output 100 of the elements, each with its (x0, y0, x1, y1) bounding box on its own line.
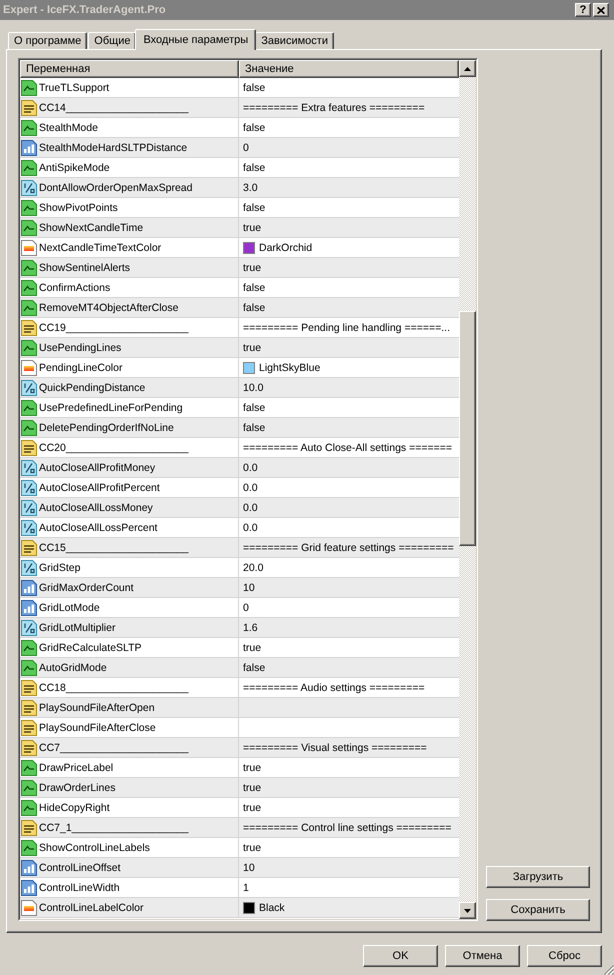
parameter-row[interactable]: CC7_1____________________ ========= Control line settings ========= (20, 818, 459, 838)
parameter-row[interactable]: AutoCloseAllProfitPercent 0.0 (20, 478, 459, 498)
parameter-row[interactable]: QuickPendingDistance 10.0 (20, 378, 459, 398)
parameter-row[interactable]: DrawPriceLabel true (20, 758, 459, 778)
tab[interactable]: Входные параметры (135, 29, 256, 50)
parameter-row[interactable]: StealthMode false (20, 118, 459, 138)
parameter-value: ========= Grid feature settings ========= (243, 542, 454, 554)
parameter-value: true (243, 342, 262, 354)
parameter-value: false (243, 122, 266, 134)
column-header[interactable]: Переменная (20, 60, 239, 78)
ok-button[interactable]: OK (363, 945, 438, 967)
document-icon (21, 740, 37, 756)
parameter-name: AutoCloseAllProfitMoney (39, 462, 156, 474)
parameter-value: false (243, 302, 266, 314)
parameter-value: 10 (243, 582, 255, 594)
parameter-name: DrawPriceLabel (39, 762, 114, 774)
document-icon (21, 440, 37, 456)
column-header[interactable]: Значение (239, 60, 459, 78)
parameter-value: true (243, 842, 262, 854)
parameter-row[interactable]: ShowSentinelAlerts true (20, 258, 459, 278)
help-button[interactable]: ? (575, 3, 591, 17)
parameter-row[interactable]: UsePendingLines true (20, 338, 459, 358)
parameter-row[interactable]: DeletePendingOrderIfNoLine false (20, 418, 459, 438)
parameter-name: AutoCloseAllProfitPercent (39, 482, 160, 494)
parameter-row[interactable]: GridMaxOrderCount 10 (20, 578, 459, 598)
parameter-row[interactable]: AutoGridMode false (20, 658, 459, 678)
parameter-row[interactable]: UsePredefinedLineForPending false (20, 398, 459, 418)
tab[interactable]: О программе (8, 32, 88, 49)
parameter-row[interactable]: AutoCloseAllLossMoney 0.0 (20, 498, 459, 518)
parameter-row[interactable]: NextCandleTimeTextColor DarkOrchid (20, 238, 459, 258)
parameter-name: GridMaxOrderCount (39, 582, 134, 594)
tab[interactable]: Зависимости (255, 32, 334, 49)
line-chart-icon (21, 660, 37, 676)
document-icon (21, 320, 37, 336)
parameter-row[interactable]: CC7______________________ ========= Visual settings ========= (20, 738, 459, 758)
parameter-row[interactable]: AutoCloseAllLossPercent 0.0 (20, 518, 459, 538)
parameter-row[interactable]: GridLotMultiplier 1.6 (20, 618, 459, 638)
parameter-value: false (243, 202, 266, 214)
parameter-row[interactable]: CC14_____________________ ========= Extra features ========= (20, 98, 459, 118)
parameter-row[interactable]: StealthModeHardSLTPDistance 0 (20, 138, 459, 158)
parameter-name: ShowControlLineLabels (39, 842, 150, 854)
parameter-row[interactable]: CC18_____________________ ========= Audio settings ========= (20, 678, 459, 698)
window-title: Expert - IceFX.TraderAgent.Pro (3, 4, 166, 16)
parameter-value: false (243, 402, 266, 414)
parameter-row[interactable]: PendingLineColor LightSkyBlue (20, 358, 459, 378)
parameter-name: ShowSentinelAlerts (39, 262, 130, 274)
parameter-row[interactable]: DrawOrderLines true (20, 778, 459, 798)
parameter-row[interactable]: ControlLineOffset 10 (20, 858, 459, 878)
scroll-down-button[interactable] (459, 902, 476, 919)
parameter-value: false (243, 282, 266, 294)
parameter-value: ========= Pending line handling ======... (243, 322, 450, 334)
parameter-row[interactable]: ControlLineLabelColor Black (20, 898, 459, 918)
caret-up-icon (464, 66, 471, 70)
line-chart-icon (21, 160, 37, 176)
parameter-row[interactable]: CC20_____________________ ========= Auto Close-All settings ======= (20, 438, 459, 458)
parameter-row[interactable]: HideCopyRight true (20, 798, 459, 818)
close-icon (597, 6, 605, 14)
load-button[interactable]: Загрузить (486, 866, 590, 888)
parameter-name: CC14_____________________ (39, 102, 188, 114)
document-icon (21, 720, 37, 736)
parameter-row[interactable]: ShowControlLineLabels true (20, 838, 459, 858)
scrollbar-thumb[interactable] (459, 311, 476, 546)
parameter-row[interactable]: AutoCloseAllProfitMoney 0.0 (20, 458, 459, 478)
parameter-row[interactable]: PlaySoundFileAfterOpen (20, 698, 459, 718)
parameter-name: DeletePendingOrderIfNoLine (39, 422, 174, 434)
close-button[interactable] (593, 3, 609, 17)
parameter-name: ShowNextCandleTime (39, 222, 144, 234)
parameter-row[interactable]: TrueTLSupport false (20, 78, 459, 98)
parameter-row[interactable]: RemoveMT4ObjectAfterClose false (20, 298, 459, 318)
parameter-value: true (243, 222, 262, 234)
document-icon (21, 540, 37, 556)
save-button[interactable]: Сохранить (486, 899, 590, 921)
parameter-row[interactable]: CC19_____________________ ========= Pending line handling ======... (20, 318, 459, 338)
line-chart-icon (21, 420, 37, 436)
fraction-icon (21, 460, 37, 476)
parameter-row[interactable]: ConfirmActions false (20, 278, 459, 298)
parameter-row[interactable]: CC15_____________________ ========= Grid feature settings ========= (20, 538, 459, 558)
line-chart-icon (21, 340, 37, 356)
parameter-row[interactable]: GridLotMode 0 (20, 598, 459, 618)
parameter-row[interactable]: GridStep 20.0 (20, 558, 459, 578)
parameter-row[interactable]: AntiSpikeMode false (20, 158, 459, 178)
parameter-name: AutoCloseAllLossPercent (39, 522, 158, 534)
parameter-name: ControlLineOffset (39, 862, 121, 874)
fraction-icon (21, 500, 37, 516)
parameter-row[interactable]: DontAllowOrderOpenMaxSpread 3.0 (20, 178, 459, 198)
document-icon (21, 680, 37, 696)
reset-button[interactable]: Сброс (527, 945, 602, 967)
tab[interactable]: Общие (88, 32, 136, 49)
parameter-name: CC20_____________________ (39, 442, 188, 454)
parameter-name: PendingLineColor (39, 362, 122, 374)
parameter-row[interactable]: ShowNextCandleTime true (20, 218, 459, 238)
parameter-name: StealthMode (39, 122, 98, 134)
parameter-row[interactable]: PlaySoundFileAfterClose (20, 718, 459, 738)
parameter-value: Black (259, 902, 285, 914)
parameter-row[interactable]: ShowPivotPoints false (20, 198, 459, 218)
scroll-up-button[interactable] (459, 60, 476, 77)
cancel-button[interactable]: Отмена (445, 945, 520, 967)
parameter-value: 20.0 (243, 562, 264, 574)
parameter-value: DarkOrchid (259, 242, 312, 254)
parameter-row[interactable]: GridReCalculateSLTP true (20, 638, 459, 658)
